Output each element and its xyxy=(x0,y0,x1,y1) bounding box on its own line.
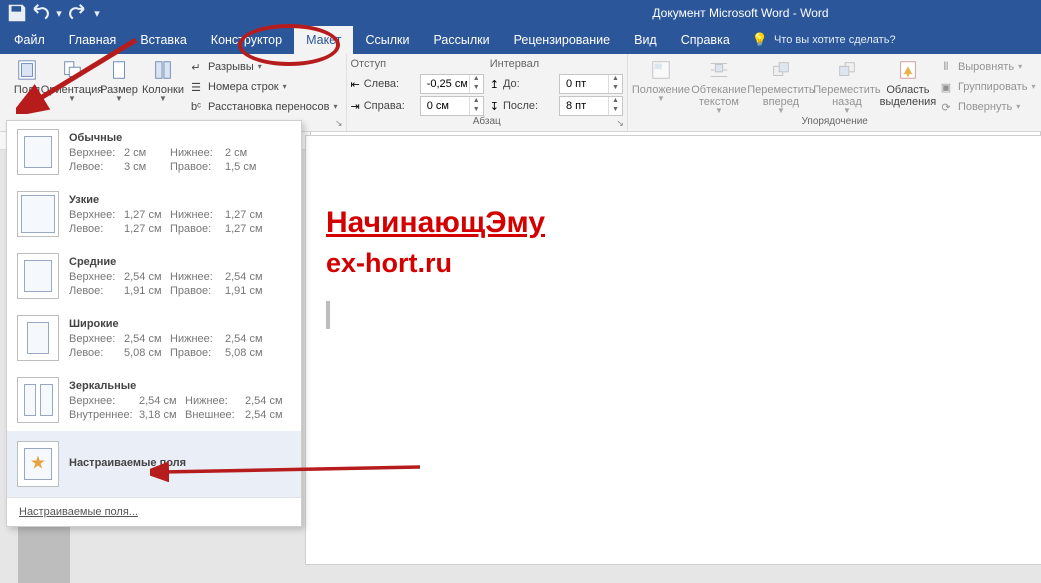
hyphenation-button[interactable]: bᶜРасстановка переносов ▾ xyxy=(188,98,338,116)
margins-option-mirrored[interactable]: Зеркальные Верхнее:2,54 см Нижнее:2,54 с… xyxy=(7,369,301,431)
hyphenation-icon: bᶜ xyxy=(188,99,204,115)
spacing-heading: Интервал xyxy=(490,58,623,72)
line-numbers-button[interactable]: ☰Номера строк ▾ xyxy=(188,78,338,96)
indent-right-icon: ⇥ xyxy=(351,100,360,113)
margins-normal-icon xyxy=(17,129,59,175)
paragraph-launcher-icon[interactable]: ↘ xyxy=(616,118,624,129)
selection-pane-button[interactable]: Область выделения xyxy=(880,56,936,108)
tab-view[interactable]: Вид xyxy=(622,26,669,54)
lightbulb-icon: 💡 xyxy=(752,32,768,48)
undo-icon[interactable] xyxy=(30,2,52,24)
send-backward-icon xyxy=(835,58,859,82)
indent-right-row: ⇥ Справа: ▲▼ xyxy=(351,96,484,116)
tell-me-placeholder: Что вы хотите сделать? xyxy=(774,34,896,46)
selection-pane-icon xyxy=(896,58,920,82)
margins-option-normal[interactable]: Обычные Верхнее:2 см Нижнее:2 см Левое:3… xyxy=(7,121,301,183)
breaks-button[interactable]: ↵Разрывы ▾ xyxy=(188,58,338,76)
bring-forward-icon xyxy=(769,58,793,82)
chevron-down-icon: ▼ xyxy=(68,96,76,102)
margins-narrow-icon xyxy=(17,191,59,237)
tab-insert[interactable]: Вставка xyxy=(128,26,198,54)
position-button[interactable]: Положение▼ xyxy=(632,56,690,102)
document-page[interactable]: НачинающЭму ex-hort.ru xyxy=(305,135,1041,565)
text-cursor xyxy=(326,301,330,329)
rotate-button[interactable]: ⟳Повернуть ▾ xyxy=(938,98,1036,116)
margins-mirrored-icon xyxy=(17,377,59,423)
doc-heading-2[interactable]: ex-hort.ru xyxy=(326,248,1041,279)
chevron-down-icon: ▼ xyxy=(115,96,123,102)
tab-file[interactable]: Файл xyxy=(2,26,57,54)
align-icon: ⫴ xyxy=(938,59,954,75)
spacing-after-icon: ↧ xyxy=(490,100,499,113)
doc-heading-1[interactable]: НачинающЭму xyxy=(326,206,1041,240)
group-icon: ▣ xyxy=(938,79,954,95)
chevron-down-icon: ▼ xyxy=(23,96,31,102)
tab-references[interactable]: Ссылки xyxy=(353,26,421,54)
tab-design[interactable]: Конструктор xyxy=(199,26,294,54)
ribbon-tabs: Файл Главная Вставка Конструктор Макет С… xyxy=(0,26,1041,54)
group-label-arrange: Упорядочение xyxy=(802,116,868,130)
wrap-text-icon xyxy=(707,58,731,82)
size-button[interactable]: Размер ▼ xyxy=(98,56,140,102)
undo-dropdown-icon[interactable]: ▾ xyxy=(54,2,64,24)
page-setup-launcher-icon[interactable]: ↘ xyxy=(335,118,343,129)
indent-left-row: ⇤ Слева: ▲▼ xyxy=(351,74,484,94)
tell-me-search[interactable]: 💡 Что вы хотите сделать? xyxy=(742,26,906,54)
rotate-icon: ⟳ xyxy=(938,99,954,115)
window-title: Документ Microsoft Word - Word xyxy=(652,6,828,20)
columns-button[interactable]: Колонки ▼ xyxy=(140,56,186,102)
breaks-icon: ↵ xyxy=(188,59,204,75)
indent-right-input[interactable]: ▲▼ xyxy=(420,96,484,116)
spacing-before-icon: ↥ xyxy=(490,78,499,91)
quick-access-toolbar: ▾ ▾ xyxy=(6,2,104,24)
tab-review[interactable]: Рецензирование xyxy=(502,26,623,54)
tab-home[interactable]: Главная xyxy=(57,26,129,54)
send-backward-button[interactable]: Переместить назад▼ xyxy=(814,56,880,114)
redo-icon[interactable] xyxy=(66,2,88,24)
align-button[interactable]: ⫴Выровнять ▾ xyxy=(938,58,1036,76)
spacing-before-input[interactable]: ▲▼ xyxy=(559,74,623,94)
margins-moderate-icon xyxy=(17,253,59,299)
margins-option-narrow[interactable]: Узкие Верхнее:1,27 см Нижнее:1,27 см Лев… xyxy=(7,183,301,245)
title-bar: ▾ ▾ Документ Microsoft Word - Word xyxy=(0,0,1041,26)
save-icon[interactable] xyxy=(6,2,28,24)
margins-icon xyxy=(15,58,39,82)
group-arrange: Положение▼ Обтекание текстом▼ Переместит… xyxy=(628,54,1041,131)
spacing-after-input[interactable]: ▲▼ xyxy=(559,96,623,116)
columns-icon xyxy=(151,58,175,82)
margins-option-wide[interactable]: Широкие Верхнее:2,54 см Нижнее:2,54 см Л… xyxy=(7,307,301,369)
indent-left-icon: ⇤ xyxy=(351,78,360,91)
margins-option-moderate[interactable]: Средние Верхнее:2,54 см Нижнее:2,54 см Л… xyxy=(7,245,301,307)
spacing-before-row: ↥ До: ▲▼ xyxy=(490,74,623,94)
group-label-paragraph: Абзац xyxy=(473,116,501,130)
orientation-button[interactable]: Ориентация ▼ xyxy=(46,56,98,102)
qat-customize-icon[interactable]: ▾ xyxy=(90,2,104,24)
tab-layout[interactable]: Макет xyxy=(294,26,353,54)
size-icon xyxy=(107,58,131,82)
tab-mailings[interactable]: Рассылки xyxy=(421,26,501,54)
margins-option-custom-tile[interactable]: Настраиваемые поля xyxy=(7,431,301,497)
position-icon xyxy=(649,58,673,82)
wrap-text-button[interactable]: Обтекание текстом▼ xyxy=(690,56,748,114)
margins-custom-icon xyxy=(17,441,59,487)
orientation-icon xyxy=(60,58,84,82)
bring-forward-button[interactable]: Переместить вперед▼ xyxy=(748,56,814,114)
indent-heading: Отступ xyxy=(351,58,484,72)
line-numbers-icon: ☰ xyxy=(188,79,204,95)
tab-help[interactable]: Справка xyxy=(669,26,742,54)
group-paragraph: Отступ ⇤ Слева: ▲▼ ⇥ Справа: ▲▼ Интервал… xyxy=(347,54,628,131)
indent-left-input[interactable]: ▲▼ xyxy=(420,74,484,94)
margins-wide-icon xyxy=(17,315,59,361)
margins-custom-footer[interactable]: Настраиваемые поля... xyxy=(7,497,301,526)
spacing-after-row: ↧ После: ▲▼ xyxy=(490,96,623,116)
margins-dropdown: Обычные Верхнее:2 см Нижнее:2 см Левое:3… xyxy=(6,120,302,527)
group-button[interactable]: ▣Группировать ▾ xyxy=(938,78,1036,96)
chevron-down-icon: ▼ xyxy=(159,96,167,102)
